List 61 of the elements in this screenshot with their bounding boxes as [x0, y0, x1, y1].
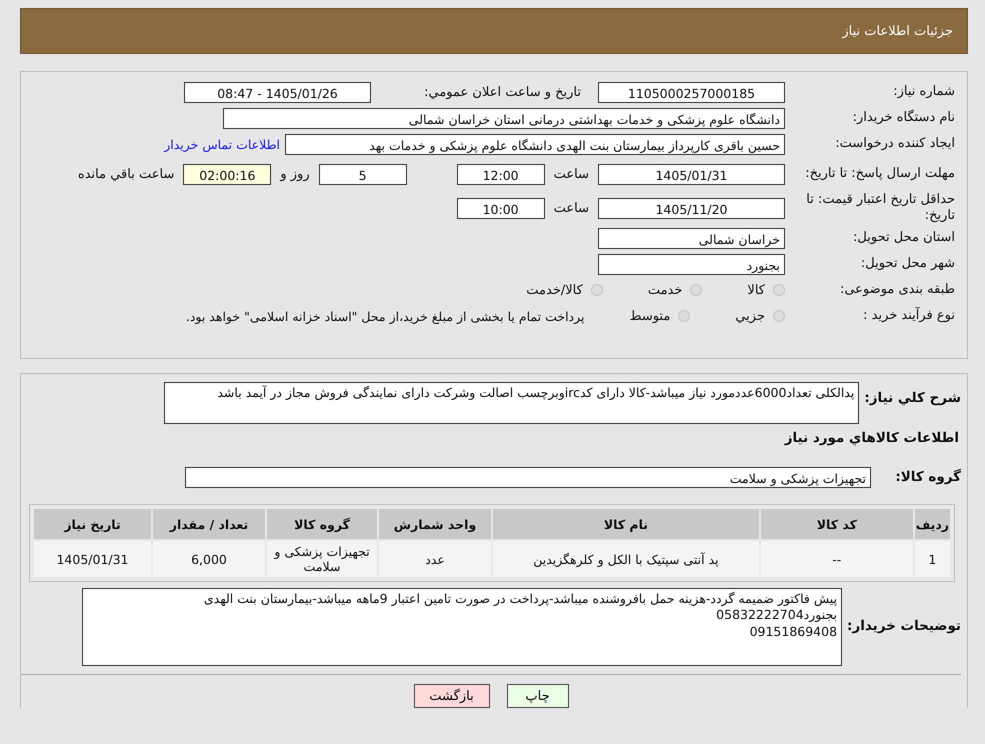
column-header: کد کالا: [760, 509, 913, 539]
column-header: ردیف: [914, 509, 950, 539]
validity-time-field: 10:00: [456, 198, 545, 218]
deadline-date-field: 1405/01/31: [598, 164, 785, 184]
field-label: استان محل تحویل:: [852, 230, 955, 246]
table-cell: 6,000: [153, 541, 265, 577]
radio-button[interactable]: [678, 310, 690, 322]
field-label: نوع فرآیند خرید :: [862, 308, 955, 324]
table-cell: پد آنتی سپتیک با الکل و کلرهگزیدین: [493, 541, 759, 577]
field-label: ایجاد کننده درخواست:: [834, 136, 955, 152]
radio-label: کالا/خدمت: [526, 282, 583, 298]
announce-date-field: 1405/01/26 - 08:47: [184, 82, 371, 102]
radio-label: متوسط: [629, 308, 670, 324]
field-label: حداقل تاریخ اعتبار قیمت: تا تاریخ:: [805, 192, 955, 224]
requester-field: حسین باقری کارپرداز بیمارستان بنت الهدی دانشگاه علوم پزشکی و خدمات بهد: [285, 134, 785, 154]
radio-button[interactable]: [690, 284, 702, 296]
column-header: واحد شمارش: [379, 509, 491, 539]
need-number-field: 1105000257000185: [598, 82, 785, 102]
city-field: بجنورد: [598, 254, 785, 274]
radio-label: جزيي: [735, 308, 765, 324]
field-label: گروه کالا:: [894, 469, 961, 485]
field-label: ساعت: [552, 166, 590, 182]
field-label: ساعت باقي مانده: [76, 166, 176, 182]
column-header: گروه کالا: [267, 509, 377, 539]
table-cell: تجهیزات پزشکی و سلامت: [267, 541, 377, 577]
validity-date-field: 1405/11/20: [598, 198, 785, 218]
buyer-org-field: دانشگاه علوم پزشکی و خدمات بهداشتی درمانی استان خراسان شمالی: [223, 108, 785, 128]
field-label: طبقه بندی موضوعی:: [838, 282, 955, 298]
days-field: 5: [318, 164, 407, 184]
table-cell: 1405/01/31: [34, 541, 151, 577]
header-title: جزئیات اطلاعات نیاز: [842, 24, 953, 38]
print-button[interactable]: چاپ: [506, 684, 568, 708]
back-button[interactable]: بازگشت: [414, 684, 490, 708]
description-textarea[interactable]: پدالکلی تعداد6000عددمورد نیاز میباشد-کالا دارای کدircوبرچسب اصالت وشرکت دارای نمایندگی فروش مجاز در آیمد باشد: [164, 382, 860, 424]
field-label: شهر محل تحویل:: [860, 256, 955, 272]
goods-group-field: تجهیزات پزشکی و سلامت: [185, 466, 871, 488]
radio-button[interactable]: [773, 310, 785, 322]
remaining-time-field: 02:00:16: [183, 164, 272, 184]
field-label: روز و: [278, 166, 311, 182]
table-cell: عدد: [379, 541, 491, 577]
field-label: توضیحات خریدار:: [847, 617, 961, 634]
table-cell: --: [760, 541, 913, 577]
field-label: ساعت: [552, 200, 590, 216]
column-header: تعداد / مقدار: [153, 509, 265, 539]
field-label: تاریخ و ساعت اعلان عمومي:: [423, 84, 582, 100]
field-label: مهلت ارسال پاسخ: تا تاریخ:: [804, 166, 955, 182]
payment-note: پرداخت تمام یا بخشی از مبلغ خرید،از محل "اسناد خزانه اسلامی" خواهد بود.: [186, 308, 584, 324]
field-label: شماره نیاز:: [892, 84, 955, 100]
section-title: اطلاعات كالاهاي مورد نياز: [783, 430, 959, 446]
table-cell: 1: [914, 541, 950, 577]
province-field: خراسان شمالی: [598, 228, 785, 248]
contact-link[interactable]: اطلاعات تماس خریدار: [164, 136, 280, 152]
column-header: تاریخ نیاز: [34, 509, 151, 539]
radio-label: کالا: [747, 282, 765, 298]
radio-button[interactable]: [773, 284, 785, 296]
deadline-time-field: 12:00: [456, 164, 545, 184]
field-label: نام دستگاه خریدار:: [852, 110, 955, 126]
radio-label: خدمت: [648, 282, 682, 298]
field-label: شرح كلي نياز:: [864, 389, 961, 406]
radio-button[interactable]: [590, 284, 603, 296]
column-header: نام کالا: [493, 509, 759, 539]
